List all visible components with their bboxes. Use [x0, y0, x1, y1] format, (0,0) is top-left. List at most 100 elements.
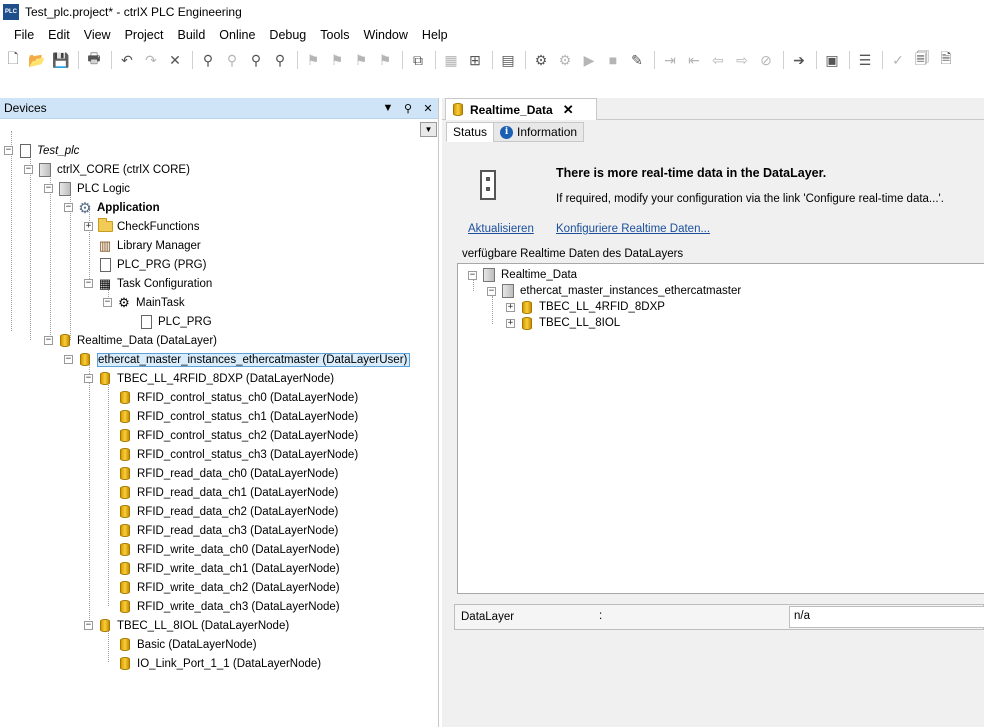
bookmark-icon[interactable]: ⚑ — [302, 49, 324, 71]
menu-help[interactable]: Help — [415, 24, 455, 46]
find-next-icon[interactable]: ⚲ — [221, 49, 243, 71]
add-object-icon[interactable]: ▦ — [440, 49, 462, 71]
close-tab-icon[interactable]: ✕ — [563, 102, 574, 118]
new-project-icon[interactable]: 🗋 — [2, 49, 24, 71]
collapse-icon[interactable]: − — [84, 374, 93, 383]
pin-icon[interactable]: ⚲ — [398, 102, 418, 115]
tree-item-library-manager[interactable]: ▥ Library Manager — [97, 236, 201, 255]
tree-item-datalayer-node[interactable]: RFID_read_data_ch0 (DataLayerNode) — [117, 464, 338, 483]
tab-realtime-data[interactable]: Realtime_Data ✕ — [445, 98, 597, 120]
expand-icon[interactable]: + — [506, 318, 515, 328]
open-project-icon[interactable]: 📂 — [26, 49, 48, 71]
avail-tree-tbec-4rfid[interactable]: + TBEC_LL_4RFID_8DXP — [506, 299, 665, 315]
collapse-icon[interactable]: − — [84, 621, 93, 630]
collapse-icon[interactable]: − — [64, 355, 73, 364]
collapse-icon[interactable]: − — [44, 184, 53, 193]
tree-item-datalayer-node[interactable]: RFID_control_status_ch0 (DataLayerNode) — [117, 388, 358, 407]
tree-item-datalayer-node[interactable]: RFID_write_data_ch0 (DataLayerNode) — [117, 540, 340, 559]
tree-item-datalayer-node[interactable]: RFID_control_status_ch2 (DataLayerNode) — [117, 426, 358, 445]
run-to-cursor-icon[interactable]: ⇨ — [731, 49, 753, 71]
menu-view[interactable]: View — [77, 24, 118, 46]
tree-item-datalayer-node[interactable]: RFID_read_data_ch1 (DataLayerNode) — [117, 483, 338, 502]
properties-icon[interactable]: 🗐 — [911, 49, 933, 71]
refresh-link[interactable]: Aktualisieren — [468, 223, 534, 235]
bookmark-next-icon[interactable]: ⚑ — [326, 49, 348, 71]
menu-online[interactable]: Online — [212, 24, 262, 46]
tree-item-task-configuration[interactable]: − ▦ Task Configuration — [84, 274, 212, 293]
tree-item-plc-prg[interactable]: PLC_PRG (PRG) — [97, 255, 206, 274]
bookmark-clear-icon[interactable]: ⚑ — [374, 49, 396, 71]
find-icon[interactable]: ⚲ — [197, 49, 219, 71]
menu-project[interactable]: Project — [118, 24, 171, 46]
avail-tree-tbec-8iol[interactable]: + TBEC_LL_8IOL — [506, 315, 620, 331]
tree-item-ctrlx-core[interactable]: − ctrlX_CORE (ctrlX CORE) — [24, 160, 190, 179]
start-icon[interactable]: ▶ — [578, 49, 600, 71]
export-icon[interactable]: 🗎 — [935, 49, 957, 71]
avail-tree-realtime-data[interactable]: − Realtime_Data — [468, 267, 577, 283]
redo-icon[interactable]: ↷ — [140, 49, 162, 71]
save-icon[interactable]: 💾 — [50, 49, 72, 71]
tree-item-datalayer-node[interactable]: RFID_control_status_ch1 (DataLayerNode) — [117, 407, 358, 426]
tree-item-ethercat-master[interactable]: − ethercat_master_instances_ethercatmast… — [64, 350, 411, 369]
tree-item-plc-logic[interactable]: − PLC Logic — [44, 179, 130, 198]
collapse-icon[interactable]: − — [44, 336, 53, 345]
avail-tree-ethercat-master[interactable]: − ethercat_master_instances_ethercatmast… — [487, 283, 741, 299]
tree-item-datalayer-node[interactable]: RFID_write_data_ch2 (DataLayerNode) — [117, 578, 340, 597]
close-icon[interactable]: ✕ — [418, 102, 438, 115]
tree-dropdown-button[interactable]: ▼ — [420, 122, 437, 137]
expand-icon[interactable]: + — [84, 222, 93, 231]
find-in-project-icon[interactable]: ⚲ — [269, 49, 291, 71]
filter-icon[interactable]: ☰ — [854, 49, 876, 71]
collapse-icon[interactable]: − — [487, 286, 496, 296]
check-icon[interactable]: ✓ — [887, 49, 909, 71]
tree-item-maintask[interactable]: − ⚙ MainTask — [103, 293, 185, 312]
go-to-icon[interactable]: ➔ — [788, 49, 810, 71]
collapse-icon[interactable]: − — [64, 203, 73, 212]
tree-item-datalayer-node[interactable]: RFID_write_data_ch1 (DataLayerNode) — [117, 559, 340, 578]
login-icon[interactable]: ⚙ — [530, 49, 552, 71]
configure-realtime-link[interactable]: Konfiguriere Realtime Daten... — [556, 223, 710, 235]
logout-icon[interactable]: ⚙ — [554, 49, 576, 71]
copy-icon[interactable]: ⧉ — [407, 49, 429, 71]
step-into-icon[interactable]: ⇤ — [683, 49, 705, 71]
expand-icon[interactable]: + — [506, 302, 515, 312]
collapse-icon[interactable]: − — [4, 146, 13, 155]
tab-status[interactable]: Status — [446, 122, 495, 142]
add-folder-icon[interactable]: ⊞ — [464, 49, 486, 71]
tree-item-project[interactable]: − Test_plc — [4, 141, 79, 160]
tree-item-datalayer-node[interactable]: RFID_control_status_ch3 (DataLayerNode) — [117, 445, 358, 464]
undo-icon[interactable]: ↶ — [116, 49, 138, 71]
tree-item-checkfunctions[interactable]: + CheckFunctions — [84, 217, 199, 236]
tree-item-tbec-8iol[interactable]: − TBEC_LL_8IOL (DataLayerNode) — [84, 616, 289, 635]
menu-build[interactable]: Build — [170, 24, 212, 46]
reset-icon[interactable]: ✎ — [626, 49, 648, 71]
tree-item-datalayer-node[interactable]: Basic (DataLayerNode) — [117, 635, 257, 654]
compile-icon[interactable]: ▤ — [497, 49, 519, 71]
tree-item-datalayer-node[interactable]: RFID_write_data_ch3 (DataLayerNode) — [117, 597, 340, 616]
monitor-icon[interactable]: ▣ — [821, 49, 843, 71]
step-out-icon[interactable]: ⇦ — [707, 49, 729, 71]
tree-item-datalayer-node[interactable]: RFID_read_data_ch2 (DataLayerNode) — [117, 502, 338, 521]
tree-item-datalayer-node[interactable]: RFID_read_data_ch3 (DataLayerNode) — [117, 521, 338, 540]
breakpoint-icon[interactable]: ⊘ — [755, 49, 777, 71]
delete-icon[interactable]: ✕ — [164, 49, 186, 71]
collapse-icon[interactable]: − — [468, 270, 477, 280]
menu-file[interactable]: File — [7, 24, 41, 46]
menu-window[interactable]: Window — [356, 24, 414, 46]
step-over-icon[interactable]: ⇥ — [659, 49, 681, 71]
tree-item-realtime-data[interactable]: − Realtime_Data (DataLayer) — [44, 331, 217, 350]
menu-debug[interactable]: Debug — [262, 24, 313, 46]
collapse-icon[interactable]: − — [24, 165, 33, 174]
datalayer-value-field[interactable]: n/a — [789, 606, 984, 628]
replace-icon[interactable]: ⚲ — [245, 49, 267, 71]
tree-item-maintask-plc-prg[interactable]: PLC_PRG — [138, 312, 212, 331]
menu-edit[interactable]: Edit — [41, 24, 77, 46]
panel-menu-icon[interactable]: ▼ — [378, 102, 398, 114]
menu-tools[interactable]: Tools — [313, 24, 356, 46]
bookmark-prev-icon[interactable]: ⚑ — [350, 49, 372, 71]
tree-item-application[interactable]: − ⚙ Application — [64, 198, 160, 217]
tree-item-datalayer-node[interactable]: IO_Link_Port_1_1 (DataLayerNode) — [117, 654, 321, 673]
tree-item-tbec-4rfid[interactable]: − TBEC_LL_4RFID_8DXP (DataLayerNode) — [84, 369, 334, 388]
tab-information[interactable]: i Information — [493, 122, 585, 142]
print-icon[interactable]: 🖶 — [83, 49, 105, 71]
